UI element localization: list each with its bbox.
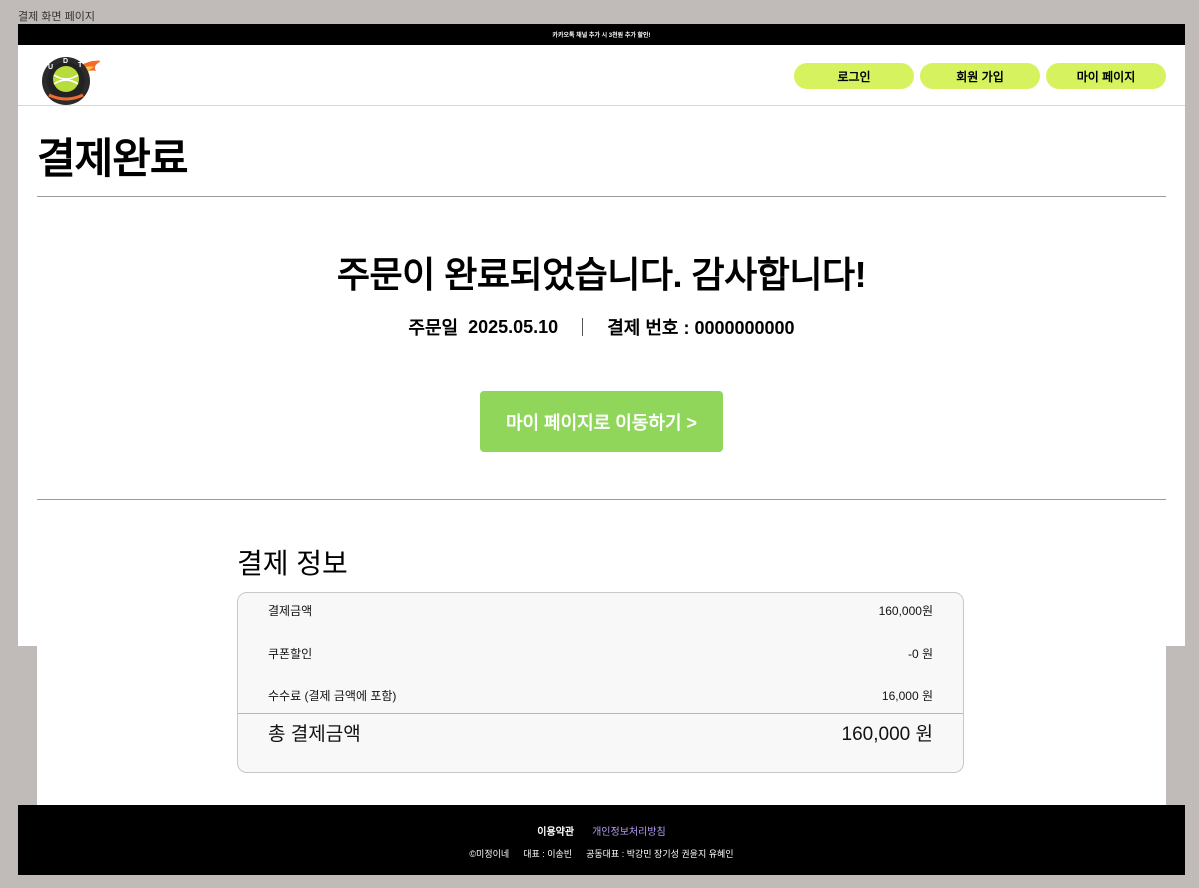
payment-row: 결제금액 160,000원 — [268, 602, 933, 619]
payment-info-title: 결제 정보 — [237, 548, 348, 579]
logo-letter-d: D — [63, 58, 68, 65]
frame-title: 결제 화면 페이지 — [18, 11, 95, 23]
tennis-ball-logo-icon: U D T — [42, 57, 102, 105]
payment-row-label: 결제금액 — [268, 604, 313, 618]
meta-separator — [582, 318, 584, 336]
header: U D T 로그인 회원 가입 마이 페이지 — [18, 45, 1185, 106]
fee-row-label: 수수료 (결제 금액에 포함) — [268, 689, 397, 703]
promo-text: 카카오톡 채널 추가 시 3천원 추가 할인! — [552, 33, 651, 39]
copyright-text: ©미정이네 — [469, 849, 510, 859]
page-title: 결제완료 — [37, 135, 189, 182]
login-button[interactable]: 로그인 — [794, 63, 914, 89]
terms-link[interactable]: 이용약관 — [537, 823, 574, 838]
logo[interactable]: U D T — [40, 55, 102, 107]
footer: 이용약관 개인정보처리방침 ©미정이네 대표 : 이송빈 공동대표 : 박강민 … — [18, 805, 1185, 875]
order-meta: 주문일 2025.05.10 결제 번호 : 0000000000 — [18, 314, 1185, 340]
fee-row-value: 16,000 원 — [881, 689, 933, 703]
total-row: 총 결제금액 160,000 원 — [268, 719, 933, 746]
coupon-row-value: -0 원 — [907, 647, 933, 661]
page: 카카오톡 채널 추가 시 3천원 추가 할인! U D T 로그인 회원 가입 … — [18, 24, 1185, 646]
co-ceo-text: 공동대표 : 박강민 장기성 권윤지 유혜인 — [586, 849, 734, 859]
mypage-nav-button[interactable]: 마이 페이지 — [1046, 63, 1166, 89]
order-date-label: 주문일 — [408, 318, 459, 338]
logo-letter-u: U — [48, 64, 53, 71]
total-label: 총 결제금액 — [268, 724, 361, 745]
divider-middle — [37, 499, 1166, 500]
privacy-policy-link[interactable]: 개인정보처리방침 — [592, 823, 666, 838]
go-to-mypage-button[interactable]: 마이 페이지로 이동하기 > — [480, 391, 723, 452]
payment-row-value: 160,000원 — [878, 604, 933, 618]
signup-button[interactable]: 회원 가입 — [920, 63, 1040, 89]
payment-info-box: 결제금액 160,000원 쿠폰할인 -0 원 수수료 (결제 금액에 포함) … — [237, 592, 964, 773]
fee-row: 수수료 (결제 금액에 포함) 16,000 원 — [268, 687, 933, 704]
logo-letter-t: T — [78, 62, 83, 69]
ceo-text: 대표 : 이송빈 — [523, 849, 573, 859]
payment-number: 결제 번호 : 0000000000 — [607, 318, 795, 338]
order-date-value: 2025.05.10 — [468, 316, 559, 337]
promo-bar: 카카오톡 채널 추가 시 3천원 추가 할인! — [18, 24, 1185, 45]
footer-info: ©미정이네 대표 : 이송빈 공동대표 : 박강민 장기성 권윤지 유혜인 — [18, 847, 1185, 860]
coupon-row: 쿠폰할인 -0 원 — [268, 645, 933, 662]
thanks-message: 주문이 완료되었습니다. 감사합니다! — [336, 254, 867, 295]
total-value: 160,000 원 — [841, 724, 933, 745]
payment-divider — [238, 713, 963, 714]
coupon-row-label: 쿠폰할인 — [268, 647, 313, 661]
divider-top — [37, 196, 1166, 197]
footer-links: 이용약관 개인정보처리방침 — [18, 823, 1185, 838]
